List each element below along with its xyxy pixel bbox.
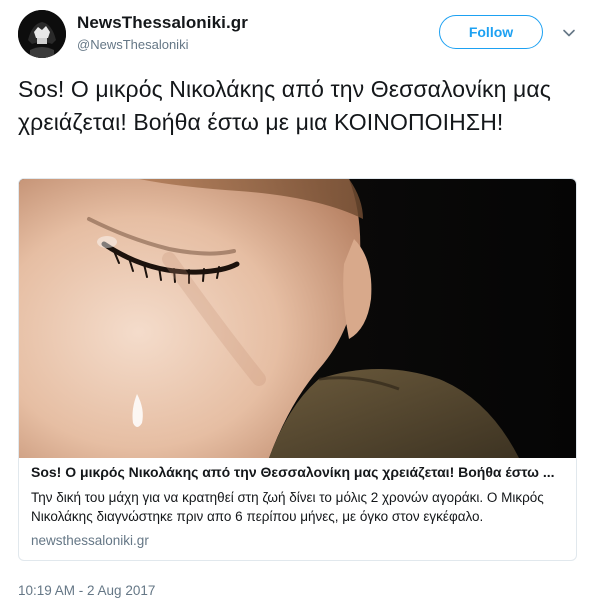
tweet-timestamp[interactable]: 10:19 AM - 2 Aug 2017: [18, 583, 155, 598]
crying-child-image: [19, 179, 576, 458]
link-card[interactable]: Sos! Ο μικρός Νικολάκης από την Θεσσαλον…: [18, 178, 577, 561]
tweet-text: Sos! Ο μικρός Νικολάκης από την Θεσσαλον…: [18, 76, 551, 135]
chevron-down-icon[interactable]: [562, 26, 576, 40]
tweet: NewsThessaloniki.gr @NewsThesaloniki Fol…: [0, 0, 590, 605]
card-description: Την δική του μάχη για να κρατηθεί στη ζω…: [31, 490, 544, 524]
avatar[interactable]: [18, 10, 66, 58]
card-image[interactable]: [19, 179, 576, 458]
card-title[interactable]: Sos! Ο μικρός Νικολάκης από την Θεσσαλον…: [31, 464, 563, 480]
card-domain[interactable]: newsthessaloniki.gr: [31, 533, 149, 548]
follow-button[interactable]: Follow: [439, 15, 543, 49]
author-handle[interactable]: @NewsThesaloniki: [77, 37, 188, 52]
avatar-image: [18, 10, 66, 58]
author-display-name[interactable]: NewsThessaloniki.gr: [77, 13, 248, 33]
